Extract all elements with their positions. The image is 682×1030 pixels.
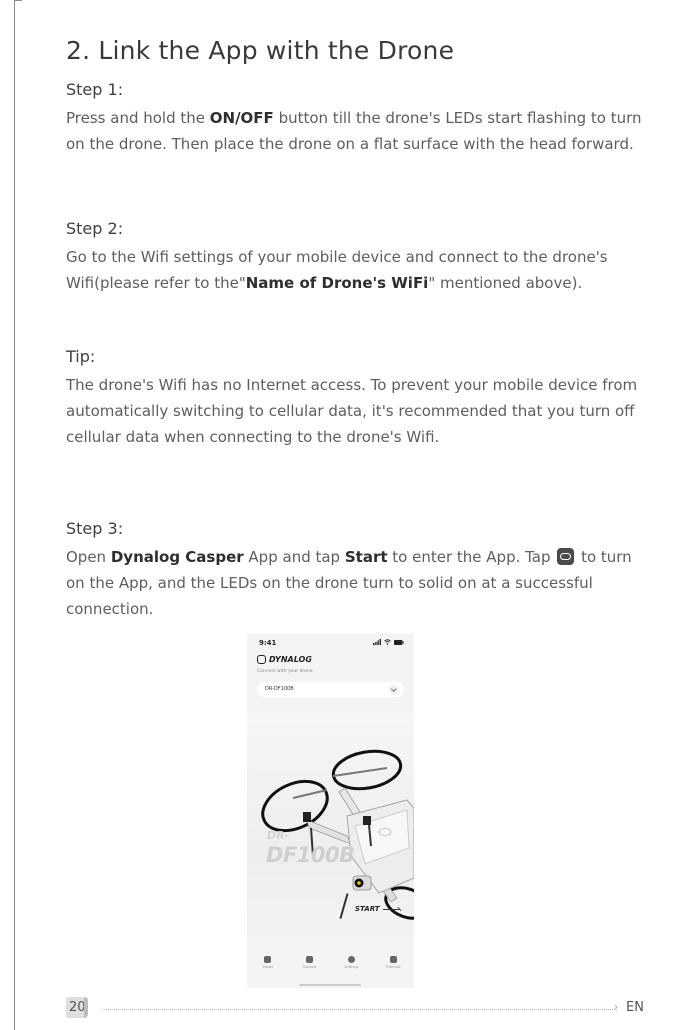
status-time: 9:41	[259, 639, 277, 647]
page-border-left	[14, 0, 15, 1030]
arrow-right-icon	[383, 909, 400, 910]
footer-dotted-line	[102, 1009, 617, 1010]
start-button[interactable]: START	[355, 905, 380, 913]
battery-icon	[394, 639, 404, 645]
tip-heading: Tip:	[66, 347, 96, 366]
language-label: EN	[626, 1000, 644, 1015]
page-number: 20	[66, 997, 88, 1018]
tip-text: The drone's Wifi has no Internet access.…	[66, 376, 638, 446]
app-name-label: Dynalog Casper	[110, 548, 244, 566]
tab-media-label: Media	[262, 965, 274, 969]
app-subtitle: Connect with your drone	[257, 669, 313, 674]
status-icons	[373, 639, 404, 645]
chevron-down-icon	[389, 685, 398, 694]
tutorials-icon	[389, 956, 397, 963]
tab-settings[interactable]: Settings	[336, 956, 366, 982]
on-off-label: ON/OFF	[209, 109, 274, 127]
arrow-right-icon: ›	[614, 1002, 618, 1013]
drone-select[interactable]: DR-DF100B	[257, 682, 404, 697]
page-number-text: 20	[69, 1000, 86, 1015]
step-3-heading: Step 3:	[66, 519, 124, 538]
tab-tutorials-label: Tutorials	[385, 965, 401, 969]
tab-support[interactable]: Support	[295, 956, 325, 982]
page-title: 2. Link the App with the Drone	[66, 36, 455, 65]
brand-logo-icon	[257, 655, 266, 664]
signal-icon	[373, 639, 381, 645]
step-1-heading: Step 1:	[66, 80, 124, 99]
support-icon	[306, 956, 314, 963]
gamepad-icon	[557, 548, 575, 565]
step-2-heading: Step 2:	[66, 219, 124, 238]
tab-support-label: Support	[302, 965, 317, 969]
wifi-icon	[384, 639, 391, 645]
tab-settings-label: Settings	[344, 965, 359, 969]
tab-tutorials[interactable]: Tutorials	[378, 956, 408, 982]
brand-name: DYNALOG	[269, 655, 312, 664]
drone-select-value: DR-DF100B	[265, 686, 294, 692]
model-prefix: DR-	[267, 829, 290, 842]
step-3-text: Open Dynalog Casper App and tap Start to…	[66, 548, 632, 618]
home-indicator	[299, 984, 361, 986]
media-icon	[264, 956, 272, 963]
settings-icon	[347, 956, 355, 963]
drone-wifi-name-label: Name of Drone's WiFi	[245, 274, 429, 292]
step-2-text: Go to the Wifi settings of your mobile d…	[66, 248, 608, 292]
step-1-text: Press and hold the ON/OFF button till th…	[66, 109, 642, 153]
page-border-top	[14, 0, 22, 1]
brand-logo: DYNALOG	[257, 655, 312, 664]
tab-media[interactable]: Media	[253, 956, 283, 982]
app-tab-bar: Media Support Settings Tutorials	[247, 956, 414, 982]
app-screenshot: 9:41 DYNALOG Connect with your drone DR-…	[247, 633, 414, 988]
model-name: DF100B	[266, 843, 355, 867]
start-word: Start	[344, 548, 388, 566]
